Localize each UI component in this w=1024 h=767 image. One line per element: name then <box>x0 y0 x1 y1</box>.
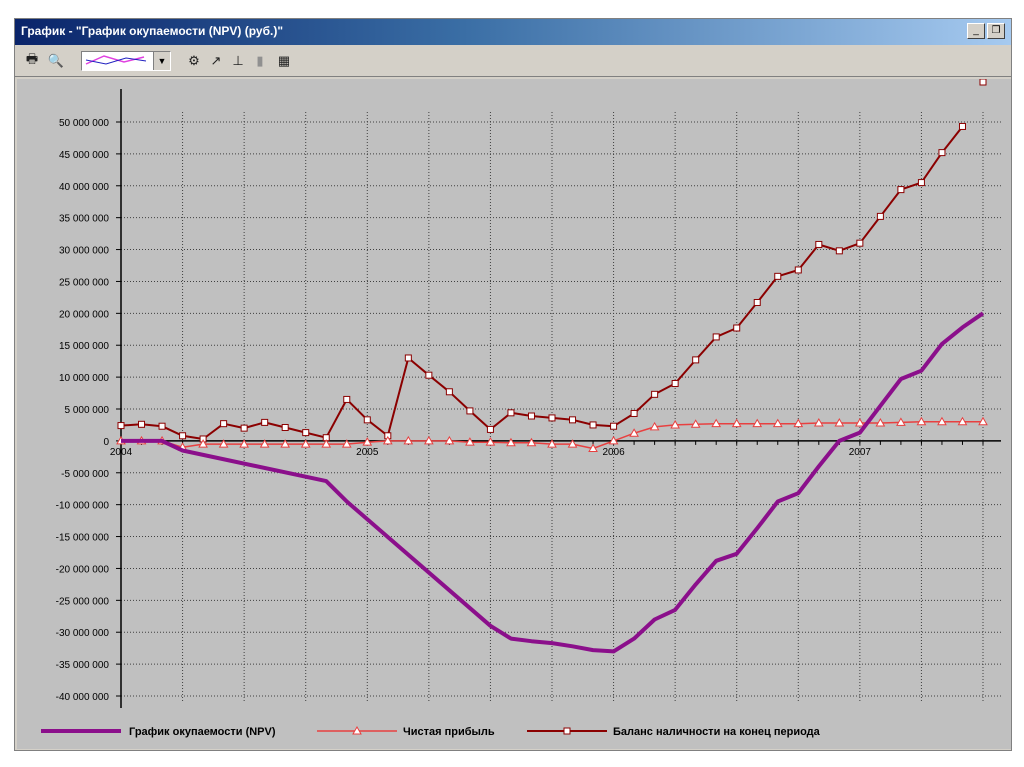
series-button[interactable]: ↗ <box>207 52 225 70</box>
data-point <box>261 418 269 426</box>
data-point <box>548 414 556 422</box>
y-tick-label: 15 000 000 <box>59 341 109 352</box>
data-point <box>958 122 966 130</box>
y-tick-label: -25 000 000 <box>56 596 110 607</box>
y-tick-label: 50 000 000 <box>59 118 109 129</box>
y-tick-label: 30 000 000 <box>59 246 109 257</box>
chart-window: График - "График окупаемости (NPV) (руб.… <box>14 18 1012 751</box>
data-point <box>856 239 864 247</box>
data-point <box>486 425 494 433</box>
data-point <box>651 390 659 398</box>
data-point <box>527 412 535 420</box>
y-tick-label: -35 000 000 <box>56 660 110 671</box>
data-point <box>445 388 453 396</box>
data-point <box>589 421 597 429</box>
legend: График окупаемости (NPV) Чистая прибыль Ба… <box>41 725 821 738</box>
data-point <box>404 354 412 362</box>
data-point <box>343 395 351 403</box>
data-point <box>897 186 905 194</box>
legend-marker <box>563 727 571 735</box>
table-icon: ▦ <box>277 53 291 68</box>
data-point <box>610 422 618 430</box>
data-point <box>117 422 125 430</box>
chart-type-combo[interactable]: ▼ <box>81 51 171 71</box>
y-tick-label: 40 000 000 <box>59 182 109 193</box>
title-bar: График - "График окупаемости (NPV) (руб.… <box>15 19 1011 45</box>
chevron-down-icon[interactable]: ▼ <box>153 52 170 70</box>
chart-svg: 50 000 000 45 000 000 40 000 000 35 000 000… <box>17 78 1011 749</box>
printer-icon: 🖶 <box>25 51 39 66</box>
data-point <box>733 324 741 332</box>
axis-icon: ↗ <box>210 53 222 68</box>
y-tick-label: -15 000 000 <box>56 533 110 544</box>
y-tick-label: 10 000 000 <box>59 373 109 384</box>
y-tick-label: 25 000 000 <box>59 277 109 288</box>
toolbar: 🖶 🔍 ▼ ⚙ ↗ ⊥ ▮ ▦ <box>15 46 1011 77</box>
y-tick-label: 5 000 000 <box>65 405 110 416</box>
table-button[interactable]: ▦ <box>275 52 293 70</box>
legend-label: Чистая прибыль <box>403 726 495 738</box>
data-point <box>507 409 515 417</box>
data-point <box>569 416 577 424</box>
minimize-button[interactable]: _ <box>967 23 985 39</box>
data-point <box>281 423 289 431</box>
y-tick-label: -5 000 000 <box>61 469 109 480</box>
data-point <box>363 416 371 424</box>
data-point <box>712 333 720 341</box>
data-point <box>138 420 146 428</box>
y-tick-label: 20 000 000 <box>59 309 109 320</box>
data-point <box>302 429 310 437</box>
data-point <box>179 432 187 440</box>
data-point <box>876 212 884 220</box>
data-point <box>774 272 782 280</box>
3d-button[interactable]: ▮ <box>251 52 269 70</box>
y-tick-label: -20 000 000 <box>56 564 110 575</box>
gridlines-icon: ⊥ <box>232 53 244 68</box>
window-title: График - "График окупаемости (NPV) (руб.… <box>21 24 284 38</box>
data-point <box>671 379 679 387</box>
gridlines-button[interactable]: ⊥ <box>229 52 247 70</box>
legend-label: Баланс наличности на конец периода <box>613 726 821 738</box>
print-preview-button[interactable]: 🔍 <box>47 52 65 70</box>
x-tick-label: 2005 <box>356 447 379 458</box>
data-point <box>815 240 823 248</box>
data-point <box>158 422 166 430</box>
x-tick-label: 2006 <box>602 447 625 458</box>
minimize-icon: _ <box>973 25 979 36</box>
data-point <box>692 356 700 364</box>
data-point <box>220 420 228 428</box>
data-point <box>630 409 638 417</box>
chart-properties-icon: ⚙ <box>188 53 200 68</box>
data-point <box>917 179 925 187</box>
data-point <box>466 407 474 415</box>
print-button[interactable]: 🖶 <box>23 51 41 70</box>
3d-icon: ▮ <box>256 53 264 68</box>
data-point <box>240 424 248 432</box>
chart-panel: 50 000 000 45 000 000 40 000 000 35 000 000… <box>17 78 1011 749</box>
data-point <box>753 298 761 306</box>
print-preview-icon: 🔍 <box>47 53 65 68</box>
x-tick-label: 2007 <box>849 447 872 458</box>
data-point <box>938 149 946 157</box>
data-point <box>794 266 802 274</box>
y-tick-label: -30 000 000 <box>56 628 110 639</box>
chart-properties-button[interactable]: ⚙ <box>185 52 203 70</box>
y-tick-label: 45 000 000 <box>59 150 109 161</box>
y-tick-label: 35 000 000 <box>59 214 109 225</box>
y-tick-label: -10 000 000 <box>56 501 110 512</box>
legend-label: График окупаемости (NPV) <box>129 726 276 738</box>
data-point <box>425 371 433 379</box>
y-tick-label: 0 <box>103 437 109 448</box>
restore-button[interactable]: ❐ <box>987 23 1005 39</box>
chart-type-preview-icon <box>85 55 147 65</box>
restore-icon: ❐ <box>991 25 1001 36</box>
x-tick-label: 2004 <box>110 447 133 458</box>
data-point <box>979 78 987 86</box>
y-tick-label: -40 000 000 <box>56 692 110 703</box>
data-point <box>835 247 843 255</box>
